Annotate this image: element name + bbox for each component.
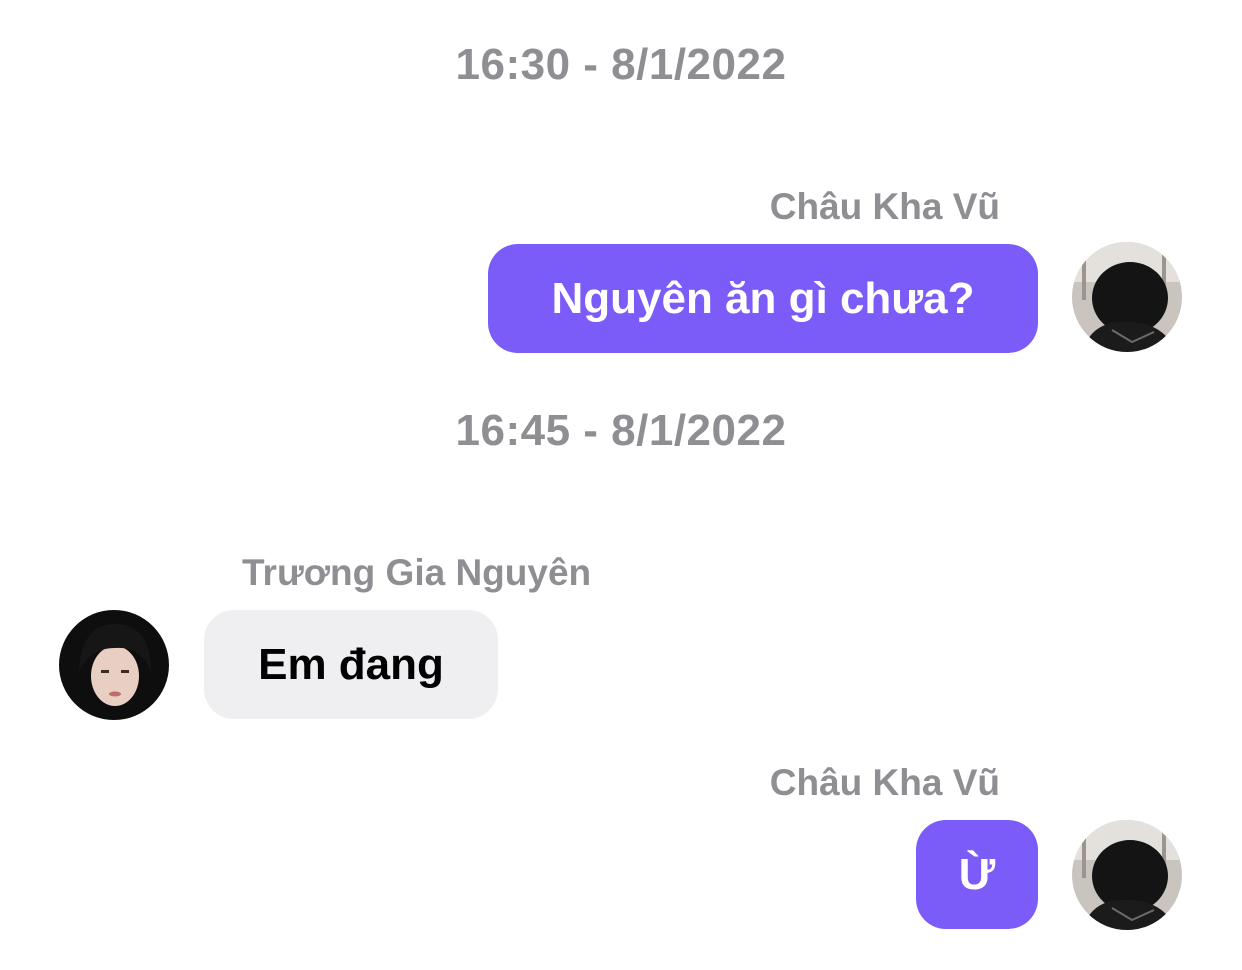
user-avatar-icon[interactable] (1072, 820, 1182, 930)
sender-name: Châu Kha Vũ (769, 762, 1000, 803)
timestamp-divider: 16:45 - 8/1/2022 (455, 406, 787, 455)
timestamp-divider: 16:30 - 8/1/2022 (455, 40, 787, 89)
user-avatar-icon[interactable] (1072, 242, 1182, 352)
message-bubble-incoming[interactable]: Em đang (204, 610, 498, 719)
contact-avatar-icon[interactable] (59, 610, 169, 720)
sender-name: Trương Gia Nguyên (242, 552, 592, 593)
message-bubble-outgoing[interactable]: Nguyên ăn gì chưa? (488, 244, 1038, 353)
sender-name: Châu Kha Vũ (769, 186, 1000, 227)
message-bubble-outgoing[interactable]: Ừ (916, 820, 1038, 929)
